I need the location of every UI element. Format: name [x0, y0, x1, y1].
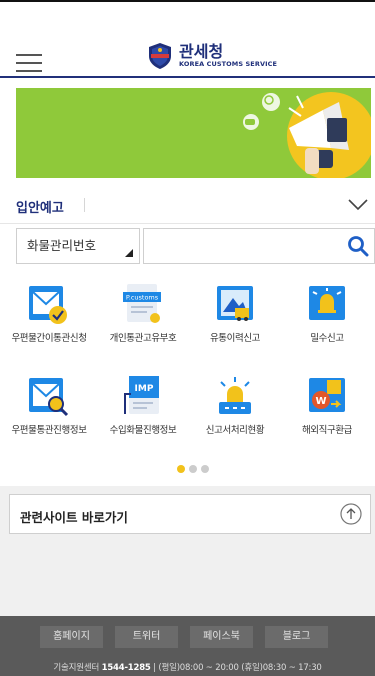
search-type-label: 화물관리번호	[27, 238, 97, 253]
menu-item-label: 개인통관고유부호	[109, 333, 177, 344]
search-bar: 화물관리번호	[16, 228, 375, 264]
menu-item-postal-clearance-progress[interactable]: 우편물통관진행정보	[2, 374, 96, 436]
footer-link-homepage[interactable]: 홈페이지	[40, 626, 103, 648]
postal-check-icon	[29, 286, 67, 324]
logo[interactable]: 관세청 KOREA CUSTOMS SERVICE	[147, 40, 277, 72]
pagination-dot[interactable]	[177, 465, 185, 473]
notice-separator	[84, 198, 85, 212]
won-refund-icon: W	[309, 378, 345, 412]
related-sites-toggle[interactable]: 관련사이트 바로가기	[9, 494, 371, 534]
p-customs-icon: P.customs	[123, 284, 161, 323]
menu-item-overseas-purchase-refund[interactable]: W 해외직구환급	[280, 374, 374, 436]
search-type-select[interactable]: 화물관리번호	[16, 228, 140, 264]
menu-item-label: 우편물간이통관신청	[11, 333, 87, 344]
svg-text:P.customs: P.customs	[126, 294, 159, 302]
menu-item-label: 신고서처리현황	[205, 425, 265, 436]
footer-link-facebook[interactable]: 페이스북	[190, 626, 253, 648]
footer-links: 홈페이지 트위터 페이스북 블로그	[40, 626, 328, 648]
support-center-info: 기술지원센터 1544-1285 | (평일)08:00 ~ 20:00 (휴일…	[0, 661, 375, 673]
menu-item-distribution-history[interactable]: 유통이력신고	[188, 282, 282, 344]
menu-item-label: 해외직구환급	[301, 425, 353, 436]
megaphone-illustration	[243, 92, 371, 178]
postal-search-icon	[29, 378, 69, 417]
support-phone[interactable]: 1544-1285	[102, 663, 151, 673]
search-input[interactable]	[143, 228, 375, 264]
footer-link-blog[interactable]: 블로그	[265, 626, 328, 648]
menu-hamburger-icon[interactable]	[16, 54, 42, 72]
siren-icon	[219, 377, 251, 414]
menu-item-import-cargo-progress[interactable]: IMP 수입화물진행정보	[96, 374, 190, 436]
logo-subtitle: KOREA CUSTOMS SERVICE	[179, 60, 277, 68]
menu-item-personal-customs-code[interactable]: P.customs 개인통관고유부호	[96, 282, 190, 344]
customs-emblem-icon	[149, 43, 171, 69]
alert-bell-icon	[309, 286, 345, 320]
footer: 홈페이지 트위터 페이스북 블로그 기술지원센터 1544-1285 | (평일…	[0, 616, 375, 676]
logo-title: 관세청	[179, 42, 224, 61]
menu-item-label: 유통이력신고	[209, 333, 261, 344]
svg-text:IMP: IMP	[135, 384, 154, 394]
menu-item-postal-simple-clearance[interactable]: 우편물간이통관신청	[2, 282, 96, 344]
app-header: 관세청 KOREA CUSTOMS SERVICE	[0, 2, 375, 78]
arrow-up-circle-icon[interactable]	[340, 503, 362, 525]
menu-item-label: 밀수신고	[310, 333, 344, 344]
carousel-pagination	[177, 465, 209, 473]
delivery-truck-icon	[217, 286, 253, 321]
menu-item-label: 우편물통관진행정보	[11, 425, 87, 436]
pagination-dot[interactable]	[201, 465, 209, 473]
menu-item-smuggling-report[interactable]: 밀수신고	[280, 282, 374, 344]
search-icon[interactable]	[347, 235, 369, 257]
menu-item-declaration-status[interactable]: 신고서처리현황	[188, 374, 282, 436]
imp-document-icon: IMP	[124, 376, 159, 414]
menu-item-label: 수입화물진행정보	[109, 425, 177, 436]
dropdown-caret-icon	[125, 249, 133, 257]
chevron-down-icon[interactable]	[347, 196, 369, 212]
notice-bar: 입안예고	[0, 186, 375, 224]
footer-link-twitter[interactable]: 트위터	[115, 626, 178, 648]
related-sites-label: 관련사이트 바로가기	[20, 510, 128, 525]
support-center-label: 기술지원센터	[53, 663, 100, 673]
promo-banner[interactable]	[16, 88, 371, 178]
support-hours: | (평일)08:00 ~ 20:00 (휴일)08:30 ~ 17:30	[153, 663, 322, 673]
svg-text:W: W	[315, 396, 326, 407]
pagination-dot[interactable]	[189, 465, 197, 473]
notice-label[interactable]: 입안예고	[16, 197, 64, 216]
